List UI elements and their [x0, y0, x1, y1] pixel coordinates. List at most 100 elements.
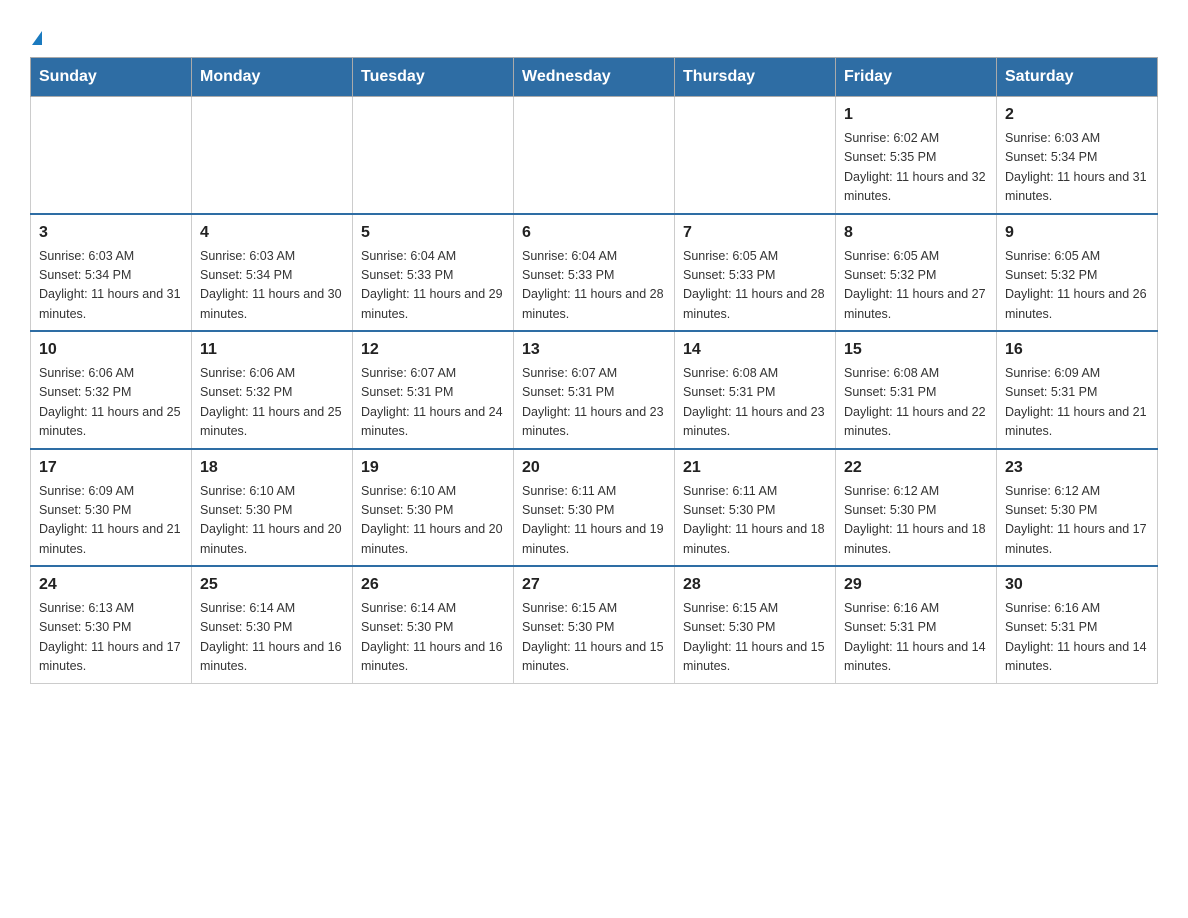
day-number: 29 — [844, 573, 988, 597]
day-number: 3 — [39, 221, 183, 245]
calendar-week-row: 1Sunrise: 6:02 AMSunset: 5:35 PMDaylight… — [31, 97, 1158, 214]
day-info: Sunrise: 6:03 AMSunset: 5:34 PMDaylight:… — [1005, 129, 1149, 207]
calendar-cell: 16Sunrise: 6:09 AMSunset: 5:31 PMDayligh… — [997, 331, 1158, 449]
calendar-cell: 12Sunrise: 6:07 AMSunset: 5:31 PMDayligh… — [353, 331, 514, 449]
day-number: 21 — [683, 456, 827, 480]
calendar-cell: 28Sunrise: 6:15 AMSunset: 5:30 PMDayligh… — [675, 566, 836, 683]
col-header-saturday: Saturday — [997, 58, 1158, 97]
day-info: Sunrise: 6:15 AMSunset: 5:30 PMDaylight:… — [683, 599, 827, 677]
calendar-week-row: 10Sunrise: 6:06 AMSunset: 5:32 PMDayligh… — [31, 331, 1158, 449]
day-info: Sunrise: 6:02 AMSunset: 5:35 PMDaylight:… — [844, 129, 988, 207]
day-info: Sunrise: 6:06 AMSunset: 5:32 PMDaylight:… — [39, 364, 183, 442]
calendar-cell: 24Sunrise: 6:13 AMSunset: 5:30 PMDayligh… — [31, 566, 192, 683]
day-number: 27 — [522, 573, 666, 597]
day-number: 26 — [361, 573, 505, 597]
col-header-friday: Friday — [836, 58, 997, 97]
day-number: 9 — [1005, 221, 1149, 245]
calendar-cell: 10Sunrise: 6:06 AMSunset: 5:32 PMDayligh… — [31, 331, 192, 449]
day-number: 8 — [844, 221, 988, 245]
day-info: Sunrise: 6:05 AMSunset: 5:33 PMDaylight:… — [683, 247, 827, 325]
day-number: 17 — [39, 456, 183, 480]
day-info: Sunrise: 6:03 AMSunset: 5:34 PMDaylight:… — [39, 247, 183, 325]
logo-top — [30, 20, 42, 47]
day-number: 10 — [39, 338, 183, 362]
day-number: 13 — [522, 338, 666, 362]
calendar-cell: 29Sunrise: 6:16 AMSunset: 5:31 PMDayligh… — [836, 566, 997, 683]
day-info: Sunrise: 6:11 AMSunset: 5:30 PMDaylight:… — [522, 482, 666, 560]
calendar-week-row: 24Sunrise: 6:13 AMSunset: 5:30 PMDayligh… — [31, 566, 1158, 683]
day-info: Sunrise: 6:04 AMSunset: 5:33 PMDaylight:… — [522, 247, 666, 325]
calendar-cell — [192, 97, 353, 214]
day-info: Sunrise: 6:07 AMSunset: 5:31 PMDaylight:… — [361, 364, 505, 442]
calendar-cell: 5Sunrise: 6:04 AMSunset: 5:33 PMDaylight… — [353, 214, 514, 332]
col-header-wednesday: Wednesday — [514, 58, 675, 97]
day-number: 1 — [844, 103, 988, 127]
calendar-cell: 25Sunrise: 6:14 AMSunset: 5:30 PMDayligh… — [192, 566, 353, 683]
calendar-cell: 2Sunrise: 6:03 AMSunset: 5:34 PMDaylight… — [997, 97, 1158, 214]
calendar-week-row: 3Sunrise: 6:03 AMSunset: 5:34 PMDaylight… — [31, 214, 1158, 332]
day-info: Sunrise: 6:07 AMSunset: 5:31 PMDaylight:… — [522, 364, 666, 442]
day-info: Sunrise: 6:14 AMSunset: 5:30 PMDaylight:… — [200, 599, 344, 677]
calendar-cell: 14Sunrise: 6:08 AMSunset: 5:31 PMDayligh… — [675, 331, 836, 449]
day-number: 28 — [683, 573, 827, 597]
calendar-cell: 22Sunrise: 6:12 AMSunset: 5:30 PMDayligh… — [836, 449, 997, 567]
day-info: Sunrise: 6:15 AMSunset: 5:30 PMDaylight:… — [522, 599, 666, 677]
calendar-cell: 23Sunrise: 6:12 AMSunset: 5:30 PMDayligh… — [997, 449, 1158, 567]
day-number: 5 — [361, 221, 505, 245]
calendar-cell: 15Sunrise: 6:08 AMSunset: 5:31 PMDayligh… — [836, 331, 997, 449]
day-info: Sunrise: 6:04 AMSunset: 5:33 PMDaylight:… — [361, 247, 505, 325]
calendar-cell: 13Sunrise: 6:07 AMSunset: 5:31 PMDayligh… — [514, 331, 675, 449]
col-header-thursday: Thursday — [675, 58, 836, 97]
calendar-cell — [31, 97, 192, 214]
day-info: Sunrise: 6:13 AMSunset: 5:30 PMDaylight:… — [39, 599, 183, 677]
day-info: Sunrise: 6:11 AMSunset: 5:30 PMDaylight:… — [683, 482, 827, 560]
calendar-cell: 18Sunrise: 6:10 AMSunset: 5:30 PMDayligh… — [192, 449, 353, 567]
calendar-cell: 17Sunrise: 6:09 AMSunset: 5:30 PMDayligh… — [31, 449, 192, 567]
calendar-cell: 20Sunrise: 6:11 AMSunset: 5:30 PMDayligh… — [514, 449, 675, 567]
logo — [30, 20, 42, 47]
day-number: 14 — [683, 338, 827, 362]
day-number: 24 — [39, 573, 183, 597]
day-info: Sunrise: 6:10 AMSunset: 5:30 PMDaylight:… — [361, 482, 505, 560]
calendar-cell: 19Sunrise: 6:10 AMSunset: 5:30 PMDayligh… — [353, 449, 514, 567]
calendar-week-row: 17Sunrise: 6:09 AMSunset: 5:30 PMDayligh… — [31, 449, 1158, 567]
calendar-cell: 4Sunrise: 6:03 AMSunset: 5:34 PMDaylight… — [192, 214, 353, 332]
calendar-cell: 26Sunrise: 6:14 AMSunset: 5:30 PMDayligh… — [353, 566, 514, 683]
day-number: 18 — [200, 456, 344, 480]
calendar-cell: 3Sunrise: 6:03 AMSunset: 5:34 PMDaylight… — [31, 214, 192, 332]
calendar-cell: 27Sunrise: 6:15 AMSunset: 5:30 PMDayligh… — [514, 566, 675, 683]
calendar-table: SundayMondayTuesdayWednesdayThursdayFrid… — [30, 57, 1158, 684]
calendar-cell: 21Sunrise: 6:11 AMSunset: 5:30 PMDayligh… — [675, 449, 836, 567]
day-info: Sunrise: 6:09 AMSunset: 5:30 PMDaylight:… — [39, 482, 183, 560]
calendar-cell: 8Sunrise: 6:05 AMSunset: 5:32 PMDaylight… — [836, 214, 997, 332]
day-info: Sunrise: 6:06 AMSunset: 5:32 PMDaylight:… — [200, 364, 344, 442]
day-info: Sunrise: 6:05 AMSunset: 5:32 PMDaylight:… — [1005, 247, 1149, 325]
col-header-sunday: Sunday — [31, 58, 192, 97]
col-header-tuesday: Tuesday — [353, 58, 514, 97]
day-number: 12 — [361, 338, 505, 362]
calendar-cell — [353, 97, 514, 214]
day-number: 4 — [200, 221, 344, 245]
day-number: 6 — [522, 221, 666, 245]
col-header-monday: Monday — [192, 58, 353, 97]
day-number: 2 — [1005, 103, 1149, 127]
day-info: Sunrise: 6:08 AMSunset: 5:31 PMDaylight:… — [844, 364, 988, 442]
logo-triangle-icon — [32, 31, 42, 45]
day-number: 25 — [200, 573, 344, 597]
calendar-cell: 30Sunrise: 6:16 AMSunset: 5:31 PMDayligh… — [997, 566, 1158, 683]
day-number: 19 — [361, 456, 505, 480]
day-number: 16 — [1005, 338, 1149, 362]
day-number: 7 — [683, 221, 827, 245]
calendar-header-row: SundayMondayTuesdayWednesdayThursdayFrid… — [31, 58, 1158, 97]
day-number: 23 — [1005, 456, 1149, 480]
day-info: Sunrise: 6:16 AMSunset: 5:31 PMDaylight:… — [844, 599, 988, 677]
day-info: Sunrise: 6:05 AMSunset: 5:32 PMDaylight:… — [844, 247, 988, 325]
calendar-cell: 9Sunrise: 6:05 AMSunset: 5:32 PMDaylight… — [997, 214, 1158, 332]
day-info: Sunrise: 6:12 AMSunset: 5:30 PMDaylight:… — [1005, 482, 1149, 560]
day-info: Sunrise: 6:16 AMSunset: 5:31 PMDaylight:… — [1005, 599, 1149, 677]
calendar-cell — [675, 97, 836, 214]
calendar-cell: 7Sunrise: 6:05 AMSunset: 5:33 PMDaylight… — [675, 214, 836, 332]
day-number: 15 — [844, 338, 988, 362]
calendar-cell — [514, 97, 675, 214]
page-header — [30, 20, 1158, 47]
